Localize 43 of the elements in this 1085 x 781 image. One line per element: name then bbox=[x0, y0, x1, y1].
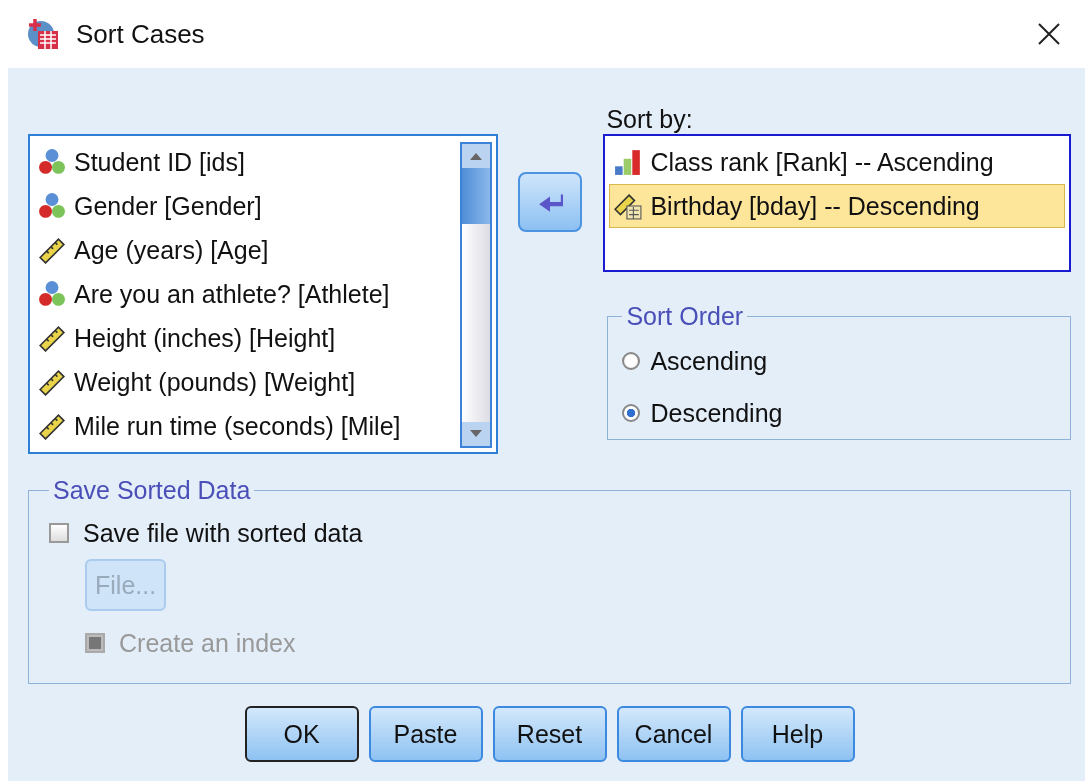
variable-item[interactable]: Student ID [ids] bbox=[38, 140, 460, 184]
group-title: Save Sorted Data bbox=[52, 476, 252, 505]
nominal-icon bbox=[38, 192, 66, 220]
scrollbar[interactable] bbox=[459, 142, 492, 448]
radio-label[interactable]: Ascending bbox=[650, 346, 768, 376]
ruler-calendar-icon bbox=[614, 192, 643, 220]
dialog-button[interactable]: OK bbox=[244, 706, 359, 762]
variable-item[interactable]: Weight (pounds) [Weight] bbox=[38, 360, 460, 404]
nominal-icon bbox=[38, 280, 66, 308]
ruler-icon bbox=[38, 324, 66, 352]
variable-item[interactable]: Are you an athlete? [Athlete] bbox=[38, 272, 460, 316]
ruler-icon bbox=[38, 236, 66, 264]
sort-by-item[interactable]: Birthday [bday] -- Descending bbox=[609, 184, 1065, 228]
variable-item[interactable]: Mile run time (seconds) [Mile] bbox=[38, 404, 460, 448]
group-title: Sort Order bbox=[625, 302, 745, 331]
variable-item[interactable]: Gender [Gender] bbox=[38, 184, 460, 228]
sort-by-label: Sort by: bbox=[605, 104, 694, 134]
sort-by-list[interactable]: Class rank [Rank] -- Ascending Birthday [bday] -- Descending bbox=[603, 134, 1071, 272]
bar-chart-icon bbox=[614, 148, 643, 176]
variable-item[interactable]: Age (years) [Age] bbox=[38, 228, 460, 272]
dialog-button[interactable]: Cancel bbox=[616, 706, 731, 762]
ruler-icon bbox=[38, 412, 66, 440]
move-button[interactable] bbox=[518, 172, 583, 232]
checkbox[interactable] bbox=[49, 523, 69, 543]
ruler-icon bbox=[38, 368, 66, 396]
window-title: Sort Cases bbox=[76, 18, 206, 50]
scroll-up-icon[interactable] bbox=[461, 144, 490, 168]
sort-by-item[interactable]: Class rank [Rank] -- Ascending bbox=[609, 140, 1065, 184]
dialog-button[interactable]: Reset bbox=[492, 706, 607, 762]
checkbox-label[interactable]: Save file with sorted data bbox=[83, 518, 363, 548]
close-icon[interactable] bbox=[1037, 22, 1061, 46]
arrow-icon bbox=[537, 191, 564, 213]
radio-button[interactable] bbox=[622, 404, 641, 422]
radio-button[interactable] bbox=[622, 352, 641, 370]
dialog-button[interactable]: Paste bbox=[368, 706, 483, 762]
scroll-thumb[interactable] bbox=[461, 168, 490, 224]
app-icon bbox=[26, 17, 60, 51]
scroll-down-icon[interactable] bbox=[461, 422, 490, 446]
radio-label[interactable]: Descending bbox=[650, 398, 783, 428]
variable-item[interactable]: Height (inches) [Height] bbox=[38, 316, 460, 360]
nominal-icon bbox=[38, 148, 66, 176]
dialog-button[interactable]: Help bbox=[740, 706, 855, 762]
variable-list[interactable]: Student ID [ids] Gender [Gender] Age (years) [Age] Are you an athlete? [Athlete] Height (inches) [Height] Weight (pounds) [Weight] Mile run time (seconds) [Mile] bbox=[28, 134, 498, 454]
